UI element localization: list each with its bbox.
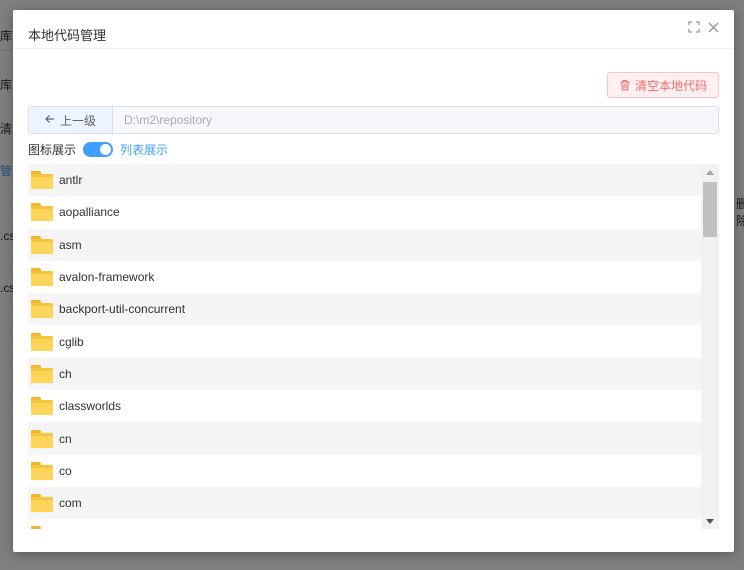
folder-icon <box>31 526 53 529</box>
folder-icon <box>31 300 53 319</box>
dialog-title: 本地代码管理 <box>28 28 107 43</box>
scroll-down-arrow-icon[interactable] <box>701 513 719 529</box>
folder-icon <box>31 332 53 351</box>
view-mode-toggle-row: 图标展示 列表展示 <box>28 141 168 157</box>
list-view-label[interactable]: 列表展示 <box>120 141 168 158</box>
local-code-dialog: 本地代码管理 清空本地代码 上一级 D:\m2\repository 图标展示 … <box>13 10 734 552</box>
parent-directory-label: 上一级 <box>59 113 96 128</box>
clear-local-code-button[interactable]: 清空本地代码 <box>607 72 719 98</box>
close-icon[interactable] <box>705 21 721 37</box>
scrollbar[interactable] <box>701 164 719 529</box>
folder-name: commons-beanutils <box>59 528 163 529</box>
folder-name: antlr <box>59 173 83 188</box>
folder-name: com <box>59 496 82 511</box>
icon-view-label: 图标展示 <box>28 142 77 157</box>
folder-name: avalon-framework <box>59 270 155 285</box>
switch-knob <box>100 143 112 155</box>
folder-name: ch <box>59 366 72 381</box>
folder-list-item[interactable]: com <box>28 486 701 520</box>
path-input[interactable] <box>113 107 718 133</box>
folder-name: cglib <box>59 334 84 349</box>
scroll-up-arrow-icon[interactable] <box>701 164 719 180</box>
folder-icon <box>31 461 53 480</box>
trash-icon <box>619 79 631 91</box>
folder-icon <box>31 268 53 287</box>
folder-list-container: antlr aopalliance asm avalon-framework backp… <box>28 164 719 529</box>
folder-list-item[interactable]: cn <box>28 422 701 455</box>
folder-list-item[interactable]: backport-util-concurrent <box>28 293 701 326</box>
arrow-left-icon <box>45 113 55 127</box>
folder-list-item[interactable]: antlr <box>28 164 701 197</box>
folder-icon <box>31 235 53 254</box>
folder-icon <box>31 203 53 222</box>
dialog-header: 本地代码管理 <box>13 10 734 49</box>
folder-icon <box>31 429 53 448</box>
folder-list-item[interactable]: cglib <box>28 325 701 357</box>
parent-directory-button[interactable]: 上一级 <box>29 107 113 133</box>
folder-name: backport-util-concurrent <box>59 302 186 317</box>
clear-button-label: 清空本地代码 <box>634 78 707 93</box>
folder-list-item[interactable]: avalon-framework <box>28 261 701 293</box>
folder-name: asm <box>59 237 82 252</box>
folder-name: classworlds <box>59 399 122 414</box>
folder-list-item[interactable]: co <box>28 455 701 487</box>
folder-list-item[interactable]: classworlds <box>28 390 701 422</box>
scrollbar-thumb[interactable] <box>703 182 717 237</box>
folder-list-item[interactable]: ch <box>28 357 701 391</box>
folder-icon <box>31 397 53 416</box>
folder-list: antlr aopalliance asm avalon-framework backp… <box>28 164 701 529</box>
folder-icon <box>31 171 53 190</box>
folder-list-item[interactable]: asm <box>28 228 701 261</box>
fullscreen-icon[interactable] <box>686 21 702 37</box>
folder-icon <box>31 364 53 383</box>
folder-name: co <box>59 463 72 478</box>
folder-name: cn <box>59 431 72 446</box>
folder-list-item[interactable]: commons-beanutils <box>28 519 701 529</box>
path-bar: 上一级 <box>28 106 719 134</box>
folder-icon <box>31 494 53 513</box>
folder-name: aopalliance <box>59 205 120 220</box>
view-mode-switch[interactable] <box>83 141 114 157</box>
folder-list-item[interactable]: aopalliance <box>28 196 701 228</box>
